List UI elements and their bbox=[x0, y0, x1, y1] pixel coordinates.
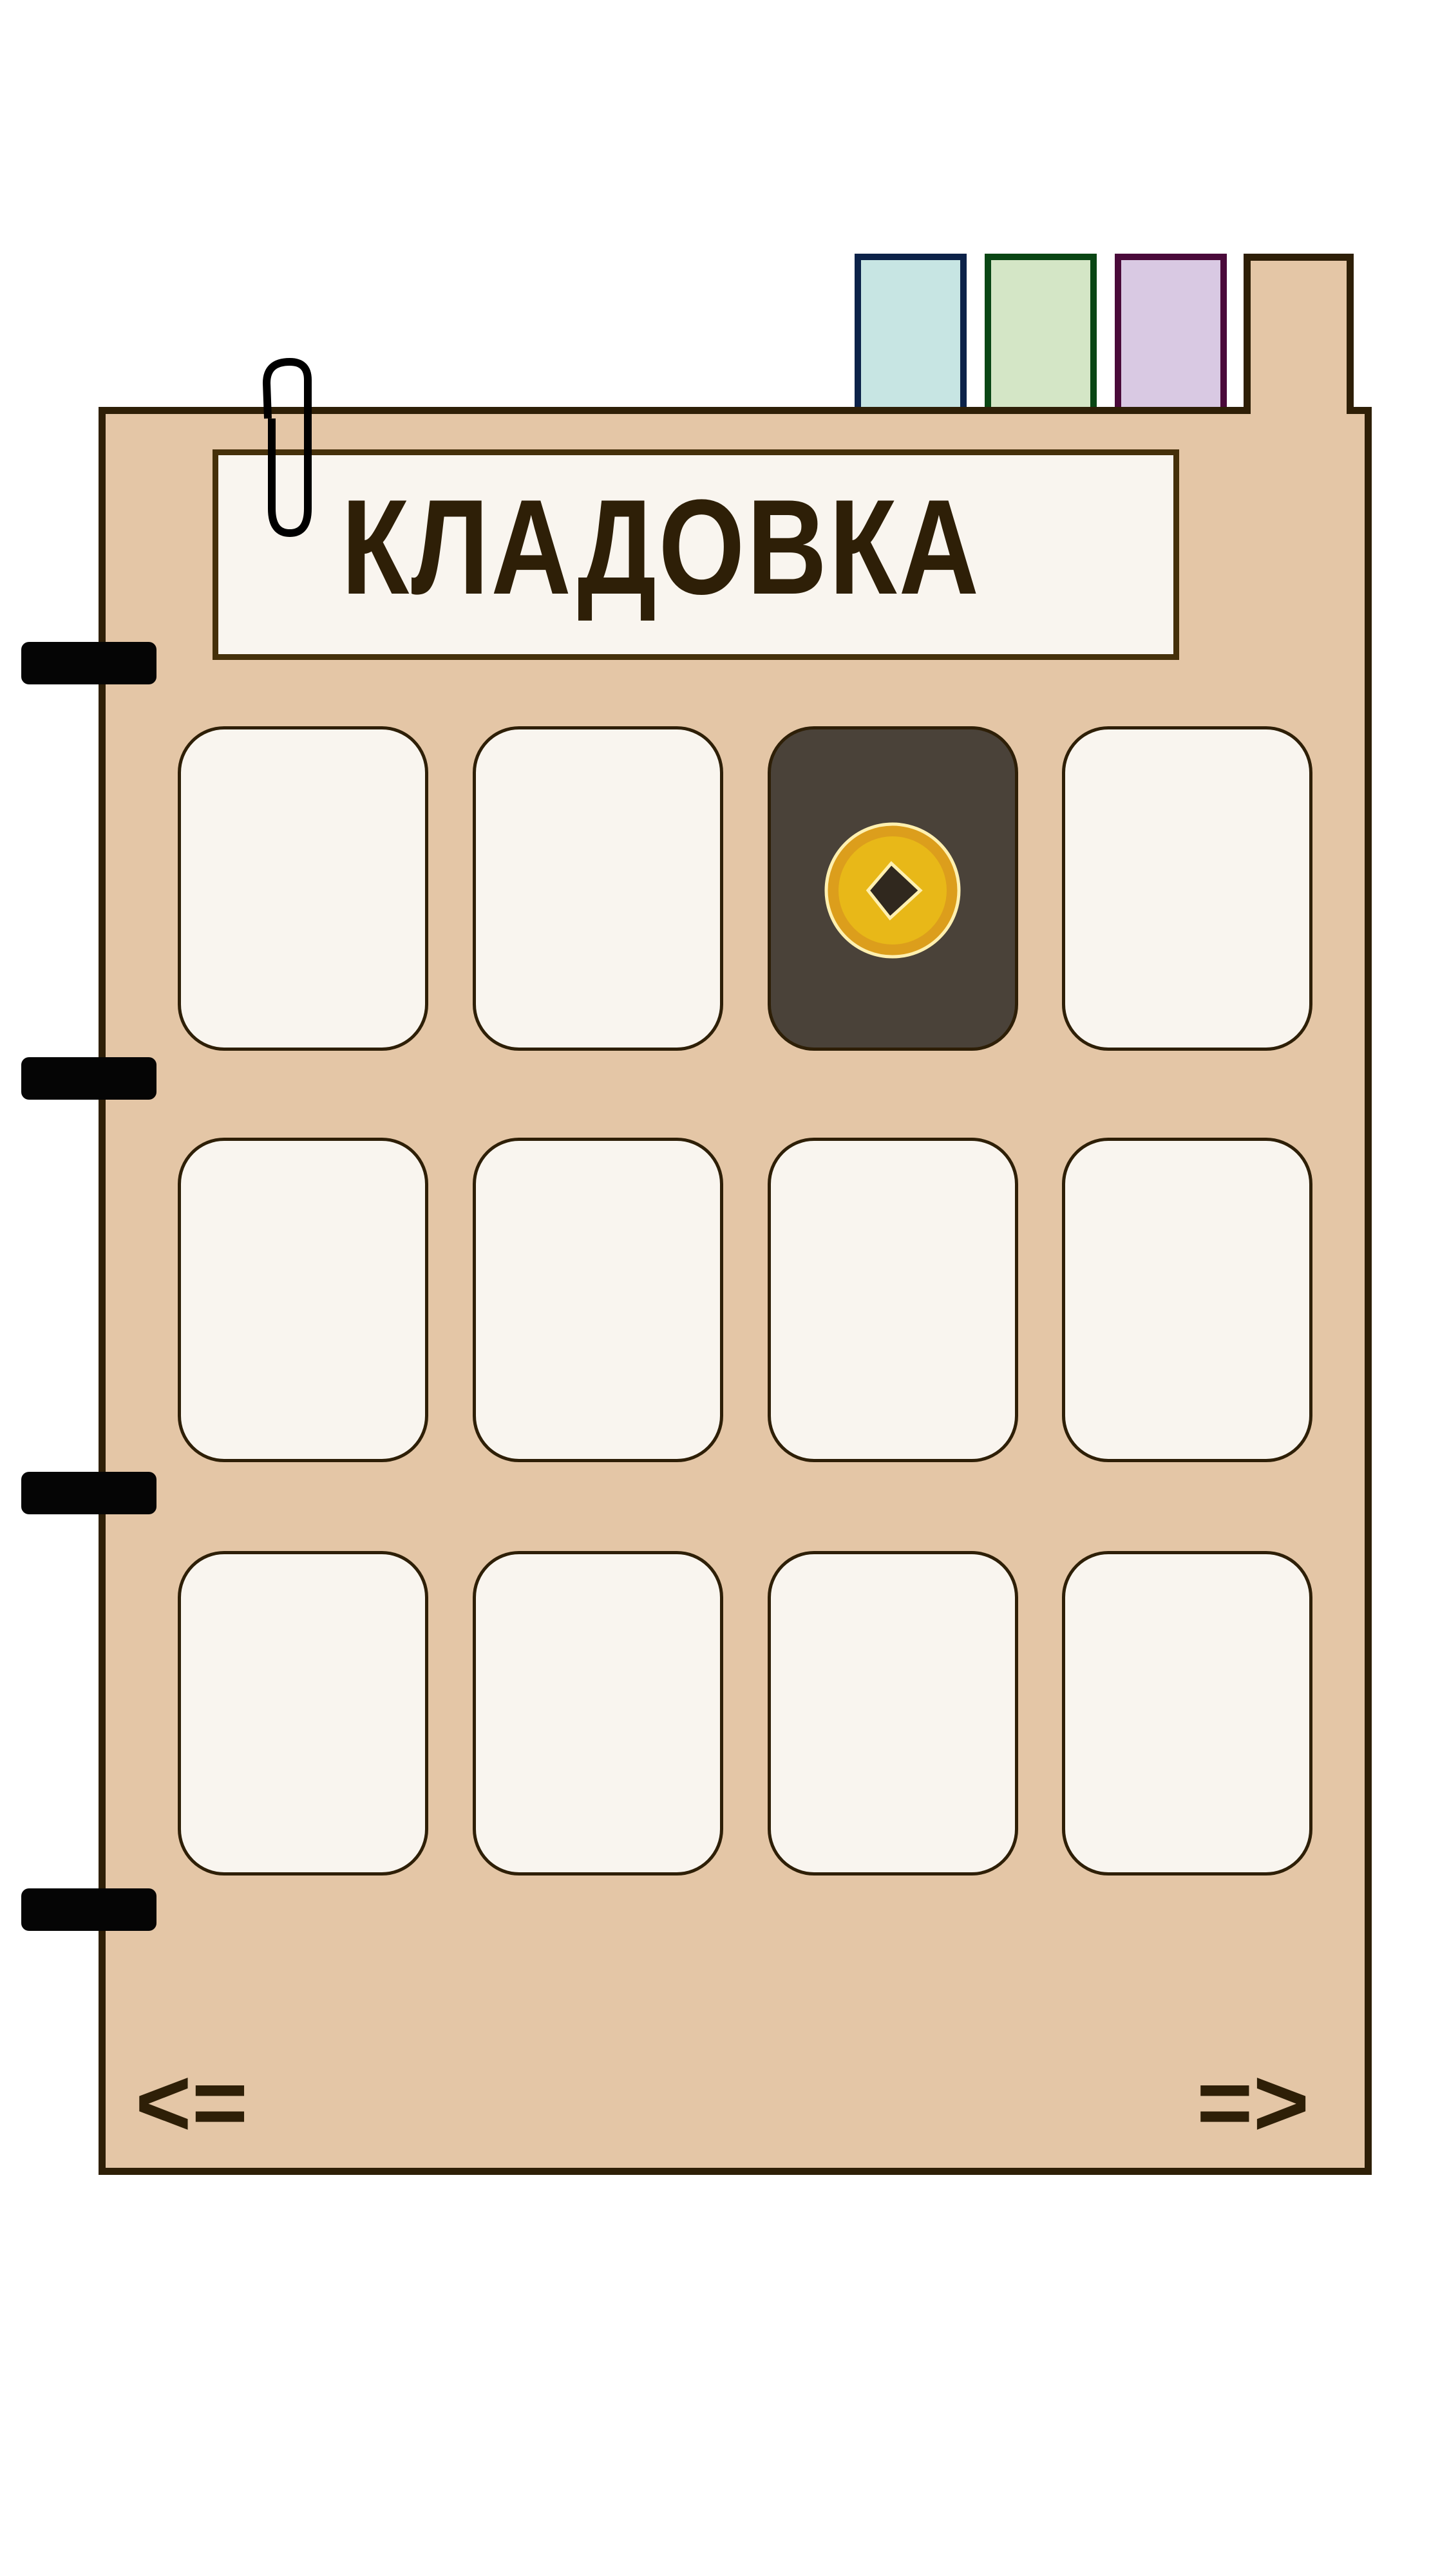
inventory-slot[interactable] bbox=[768, 1551, 1018, 1876]
tab-green[interactable] bbox=[985, 254, 1097, 415]
folder-tab-join bbox=[1251, 407, 1347, 416]
binder-ring bbox=[21, 1888, 156, 1931]
page-title: КЛАДОВКА bbox=[341, 471, 981, 623]
inventory-slot[interactable] bbox=[473, 726, 723, 1051]
binder-ring bbox=[21, 1472, 156, 1514]
tab-purple[interactable] bbox=[1115, 254, 1227, 415]
next-page-button[interactable]: => bbox=[1197, 2054, 1309, 2150]
prev-page-button[interactable]: <= bbox=[135, 2054, 248, 2150]
tab-storage-active[interactable] bbox=[1244, 254, 1354, 414]
paperclip-icon bbox=[262, 357, 312, 538]
tab-blue[interactable] bbox=[855, 254, 967, 415]
inventory-slot[interactable] bbox=[178, 1138, 428, 1462]
inventory-slot[interactable] bbox=[1062, 1138, 1312, 1462]
inventory-slot[interactable] bbox=[178, 1551, 428, 1876]
inventory-slot[interactable] bbox=[473, 1551, 723, 1876]
inventory-slot[interactable] bbox=[473, 1138, 723, 1462]
inventory-slot[interactable] bbox=[1062, 726, 1312, 1051]
inventory-slot[interactable] bbox=[768, 726, 1018, 1051]
coin-icon bbox=[824, 822, 961, 959]
inventory-slot[interactable] bbox=[178, 726, 428, 1051]
inventory-slot[interactable] bbox=[1062, 1551, 1312, 1876]
binder-ring bbox=[21, 642, 156, 684]
inventory-slot[interactable] bbox=[768, 1138, 1018, 1462]
binder-ring bbox=[21, 1057, 156, 1100]
